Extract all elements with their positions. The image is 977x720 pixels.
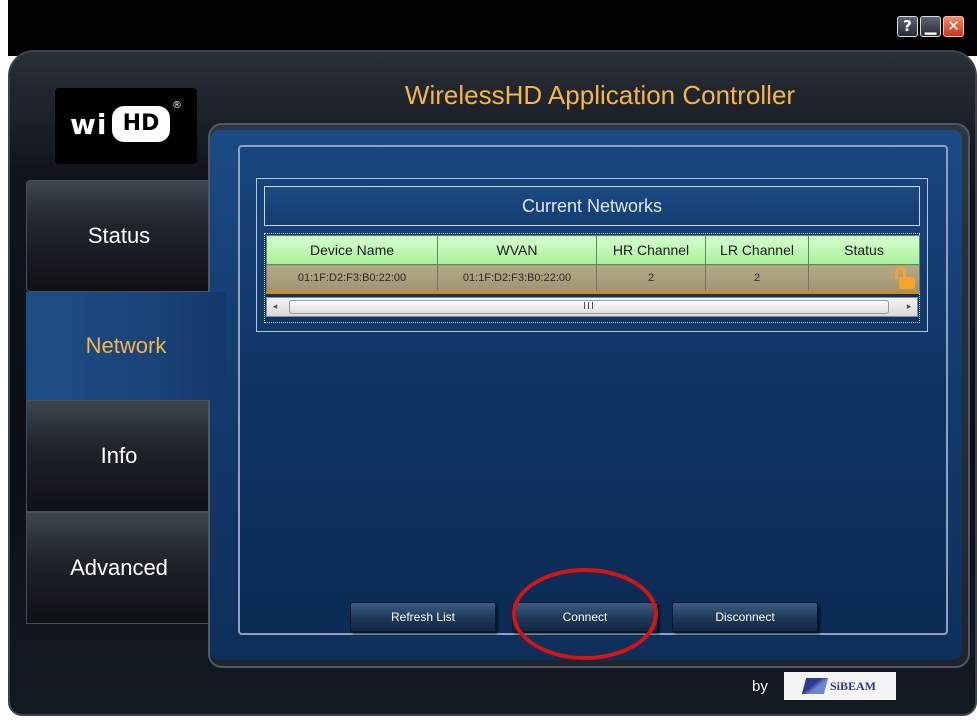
- table-row[interactable]: 01:1F:D2:F3:B0:22:00 01:1F:D2:F3:B0:22:0…: [266, 264, 920, 294]
- cell-status: [808, 264, 920, 294]
- refresh-list-button[interactable]: Refresh List: [350, 602, 496, 632]
- cell-lr-channel: 2: [705, 264, 809, 294]
- sibeam-brand-text: SiBEAM: [829, 678, 876, 693]
- cell-device-name: 01:1F:D2:F3:B0:22:00: [266, 264, 438, 294]
- minimize-button[interactable]: ▁: [920, 16, 941, 37]
- title-bar: [8, 0, 977, 56]
- scroll-right-arrow-icon[interactable]: ▸: [900, 297, 918, 317]
- column-header-status[interactable]: Status: [808, 235, 920, 265]
- logo-badge: HD: [112, 106, 170, 142]
- scrollbar-thumb[interactable]: III: [289, 300, 889, 314]
- tab-info-label: Info: [100, 443, 138, 468]
- column-header-wvan[interactable]: WVAN: [437, 235, 597, 265]
- tab-network[interactable]: Network: [26, 292, 226, 400]
- app-title: WirelessHD Application Controller: [404, 80, 796, 110]
- disconnect-button[interactable]: Disconnect: [672, 602, 818, 632]
- current-networks-header: Current Networks: [264, 186, 920, 226]
- logo-text: wi: [70, 108, 108, 141]
- column-header-hr-channel[interactable]: HR Channel: [596, 235, 706, 265]
- table-header-row: Device Name WVAN HR Channel LR Channel S…: [266, 235, 920, 265]
- close-button[interactable]: ✕: [943, 16, 964, 37]
- cell-wvan: 01:1F:D2:F3:B0:22:00: [437, 264, 597, 294]
- column-header-lr-channel[interactable]: LR Channel: [705, 235, 809, 265]
- tab-status-label: Status: [87, 223, 151, 248]
- help-button[interactable]: ?: [897, 16, 918, 37]
- tab-network-label: Network: [85, 333, 167, 358]
- footer-by-label: by: [752, 678, 768, 695]
- tab-status[interactable]: Status: [26, 180, 212, 292]
- tab-info[interactable]: Info: [26, 400, 212, 512]
- tab-advanced-label: Advanced: [70, 555, 168, 580]
- tab-advanced[interactable]: Advanced: [26, 512, 212, 624]
- cell-hr-channel: 2: [596, 264, 706, 294]
- networks-table: Device Name WVAN HR Channel LR Channel S…: [266, 235, 920, 294]
- highlight-circle: [512, 568, 658, 660]
- logo-registered-mark: ®: [172, 100, 182, 111]
- sibeam-logo: SiBEAM: [784, 672, 896, 700]
- unlocked-padlock-icon: [893, 267, 915, 289]
- scroll-left-arrow-icon[interactable]: ◂: [266, 297, 284, 317]
- column-header-device-name[interactable]: Device Name: [266, 235, 438, 265]
- sibeam-mark-icon: [801, 678, 829, 694]
